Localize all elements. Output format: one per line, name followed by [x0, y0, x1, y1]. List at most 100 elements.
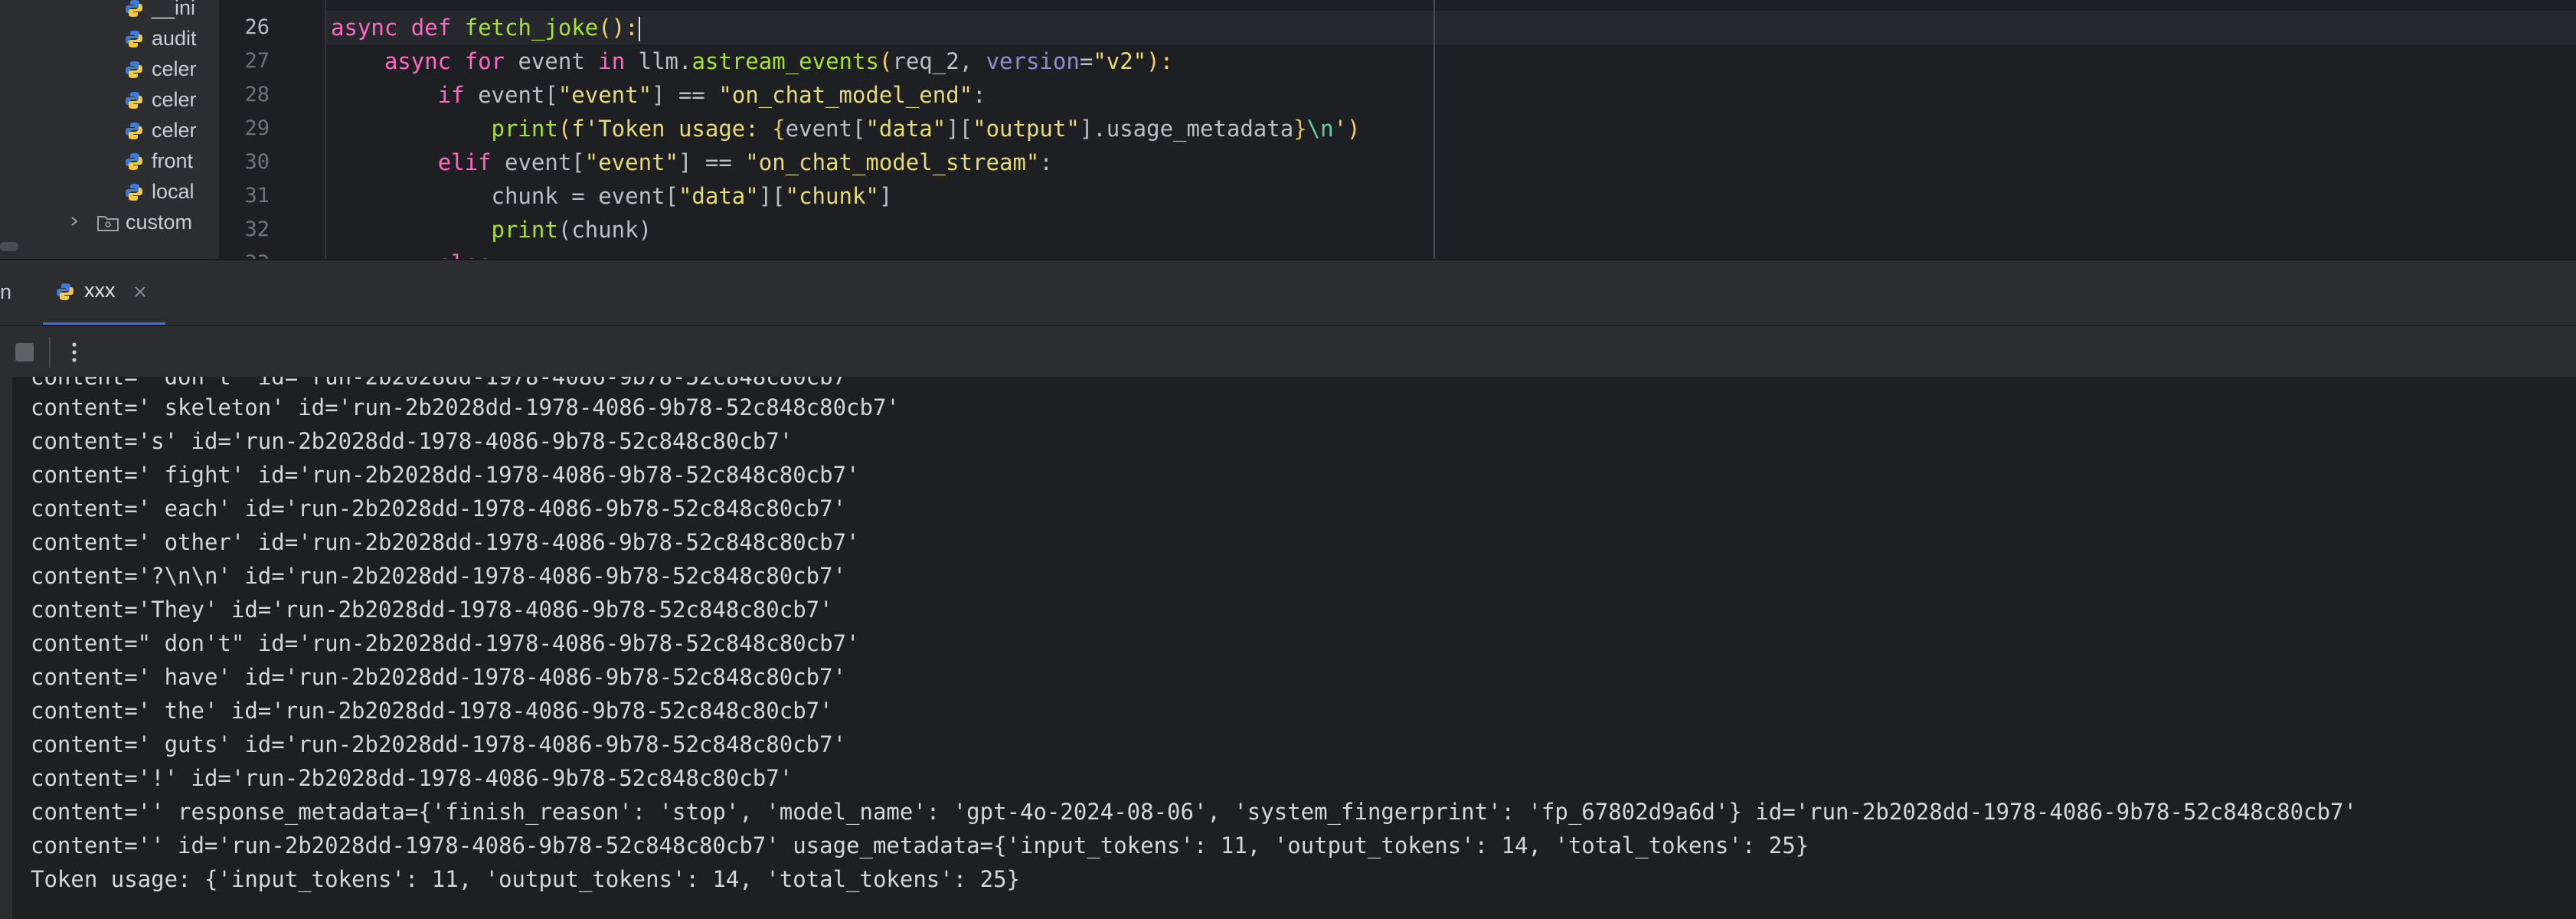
python-file-icon [126, 0, 142, 17]
run-tab-bar: n xxx [0, 259, 2576, 326]
python-file-icon [57, 283, 74, 300]
code-text: ] == [678, 149, 746, 175]
code-line-33[interactable]: else [331, 247, 492, 259]
code-text: event[ [491, 149, 585, 175]
tree-item-label: __ini [152, 0, 196, 19]
code-text: chunk = event[ [491, 183, 678, 209]
string-literal: "chunk" [785, 183, 879, 209]
tree-item-celery-2[interactable]: celer [0, 84, 219, 115]
escape-sequence: \n [1306, 116, 1334, 142]
tree-item-celery-3[interactable]: celer [0, 115, 219, 146]
run-console-output[interactable]: content=" don't" id='run-2b2028dd-1978-4… [0, 377, 2576, 919]
keyword: elif [437, 149, 492, 175]
function-name: fetch_joke [464, 15, 599, 41]
console-line: content=' guts' id='run-2b2028dd-1978-40… [31, 731, 847, 757]
string-literal: "data" [865, 116, 946, 142]
punctuation: { [772, 116, 786, 142]
tree-item-label: front [152, 149, 194, 172]
code-line-28[interactable]: if event["event"] == "on_chat_model_end"… [331, 78, 986, 112]
run-tool-window-title: n [0, 280, 12, 303]
string-literal: "output" [973, 116, 1080, 142]
keyword: for [464, 48, 505, 74]
line-number: 32 [244, 217, 270, 241]
keyword: def [410, 15, 452, 41]
punctuation: ( [878, 48, 893, 74]
code-text: = [1079, 48, 1093, 74]
code-line-32[interactable]: print(chunk) [331, 213, 652, 247]
console-line: content='' id='run-2b2028dd-1978-4086-9b… [31, 832, 1809, 858]
line-number: 33 [219, 247, 270, 259]
tree-item-label: local [152, 180, 195, 203]
punctuation: ): [1146, 48, 1174, 74]
code-text: event [505, 48, 599, 74]
python-file-icon [126, 153, 142, 170]
python-file-icon [126, 184, 142, 201]
more-options-icon[interactable] [63, 337, 86, 368]
tree-folder-custom[interactable]: custom [0, 207, 219, 237]
function-name: print [491, 217, 558, 243]
punctuation: ) [1347, 116, 1361, 142]
stop-button[interactable] [15, 343, 34, 361]
function-name: print [491, 116, 558, 142]
tree-item-init[interactable]: __ini [0, 0, 219, 23]
code-line-27[interactable]: async for event in llm.astream_events(re… [331, 44, 1173, 78]
code-text: ][ [946, 116, 973, 142]
chevron-right-icon[interactable] [69, 216, 80, 227]
tree-item-celery-1[interactable]: celer [0, 54, 219, 84]
console-gutter [0, 377, 12, 919]
console-line: content=' have' id='run-2b2028dd-1978-40… [31, 664, 847, 690]
tree-item-front[interactable]: front [0, 146, 219, 176]
console-line: content=' the' id='run-2b2028dd-1978-408… [31, 698, 833, 724]
code-text: ] [878, 183, 893, 209]
punctuation: } [1293, 116, 1307, 142]
console-line: content=' each' id='run-2b2028dd-1978-40… [31, 495, 847, 522]
string-literal: "on_chat_model_stream" [745, 149, 1040, 175]
python-file-icon [126, 92, 142, 109]
code-text: req_2, [892, 48, 986, 74]
tree-item-label: celer [152, 88, 197, 111]
python-file-icon [126, 31, 142, 47]
code-text: : [973, 82, 986, 108]
code-text: : [1039, 149, 1053, 175]
console-line: content='They' id='run-2b2028dd-1978-408… [31, 597, 833, 623]
tab-xxx[interactable]: xxx [43, 260, 165, 326]
console-line: content='' response_metadata={'finish_re… [31, 799, 2357, 825]
console-line: Token usage: {'input_tokens': 11, 'outpu… [31, 866, 1021, 892]
project-tree: __ini audit celer celer celer front loca… [0, 0, 219, 259]
tree-item-audit[interactable]: audit [0, 23, 219, 54]
python-file-icon [126, 123, 142, 139]
string-literal: "event" [584, 149, 678, 175]
tree-item-local[interactable]: local [0, 176, 219, 207]
line-number: 29 [244, 116, 270, 140]
line-number: 26 [244, 15, 270, 39]
close-icon[interactable] [132, 283, 149, 300]
punctuation: ( [557, 116, 572, 142]
indent-guide [325, 0, 326, 259]
keyword: async [384, 48, 452, 74]
python-file-icon [126, 61, 142, 78]
sidebar-scrollbar[interactable] [0, 242, 18, 251]
tree-item-label: celer [152, 119, 197, 142]
keyword: async [331, 15, 398, 41]
tree-item-label: custom [126, 211, 193, 234]
string-literal: "v2" [1093, 48, 1147, 74]
code-text: llm. [625, 48, 692, 74]
code-text: ][ [758, 183, 786, 209]
code-line-29[interactable]: print(f'Token usage: {event["data"]["out… [331, 112, 1361, 146]
code-line-30[interactable]: elif event["event"] == "on_chat_model_st… [331, 146, 1053, 179]
string-literal: "data" [678, 183, 759, 209]
code-text: (chunk) [557, 217, 652, 243]
right-margin-guide [1433, 0, 1435, 259]
string-literal: f'Token usage: [571, 116, 773, 142]
punctuation: (): [598, 15, 639, 41]
folder-icon [97, 216, 119, 231]
code-line-31[interactable]: chunk = event["data"]["chunk"] [331, 179, 893, 213]
tab-label: xxx [84, 279, 116, 302]
code-editor[interactable]: 26 27 28 29 30 31 32 33 async def fetch_… [219, 0, 2576, 259]
code-line-26[interactable]: async def fetch_joke(): [331, 11, 640, 44]
console-line: content='?\n\n' id='run-2b2028dd-1978-40… [31, 563, 847, 589]
code-text: event[ [464, 82, 558, 108]
string-literal: ' [1333, 116, 1348, 142]
console-line: content=' other' id='run-2b2028dd-1978-4… [31, 529, 860, 555]
keyword: else [438, 250, 492, 259]
